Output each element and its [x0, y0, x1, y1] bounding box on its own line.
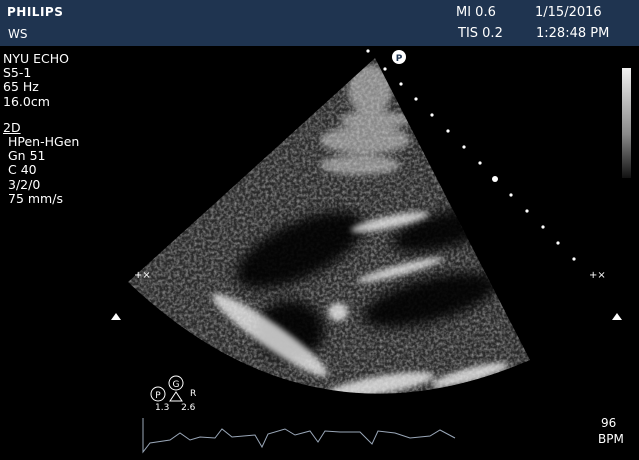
power-value: 1.3 — [155, 403, 170, 413]
sector-scan — [128, 58, 530, 394]
heart-rate-value: 96 — [601, 416, 617, 430]
probe-orientation-marker: P — [392, 50, 406, 64]
right-triangle-marker — [612, 313, 622, 320]
ultrasound-image: +× +× P P G — [111, 49, 622, 454]
gain-marker-letter: G — [173, 380, 180, 390]
power-gain-indicators: P G — [150, 375, 184, 402]
power-gain-values: 1.3 2.6 — [155, 403, 195, 413]
power-marker-letter: P — [155, 391, 161, 401]
r-label: R — [190, 389, 197, 399]
probe-marker-letter: P — [396, 54, 403, 64]
focus-right-x-marker: +× — [589, 270, 606, 281]
left-triangle-marker — [111, 313, 121, 320]
heart-rate-unit: BPM — [598, 432, 624, 446]
focus-left-x-marker: +× — [134, 270, 151, 281]
grayscale-bar — [622, 68, 631, 178]
gain-value: 2.6 — [181, 403, 196, 413]
ecg-trace — [142, 418, 456, 454]
transmit-triangle-icon — [169, 391, 183, 402]
